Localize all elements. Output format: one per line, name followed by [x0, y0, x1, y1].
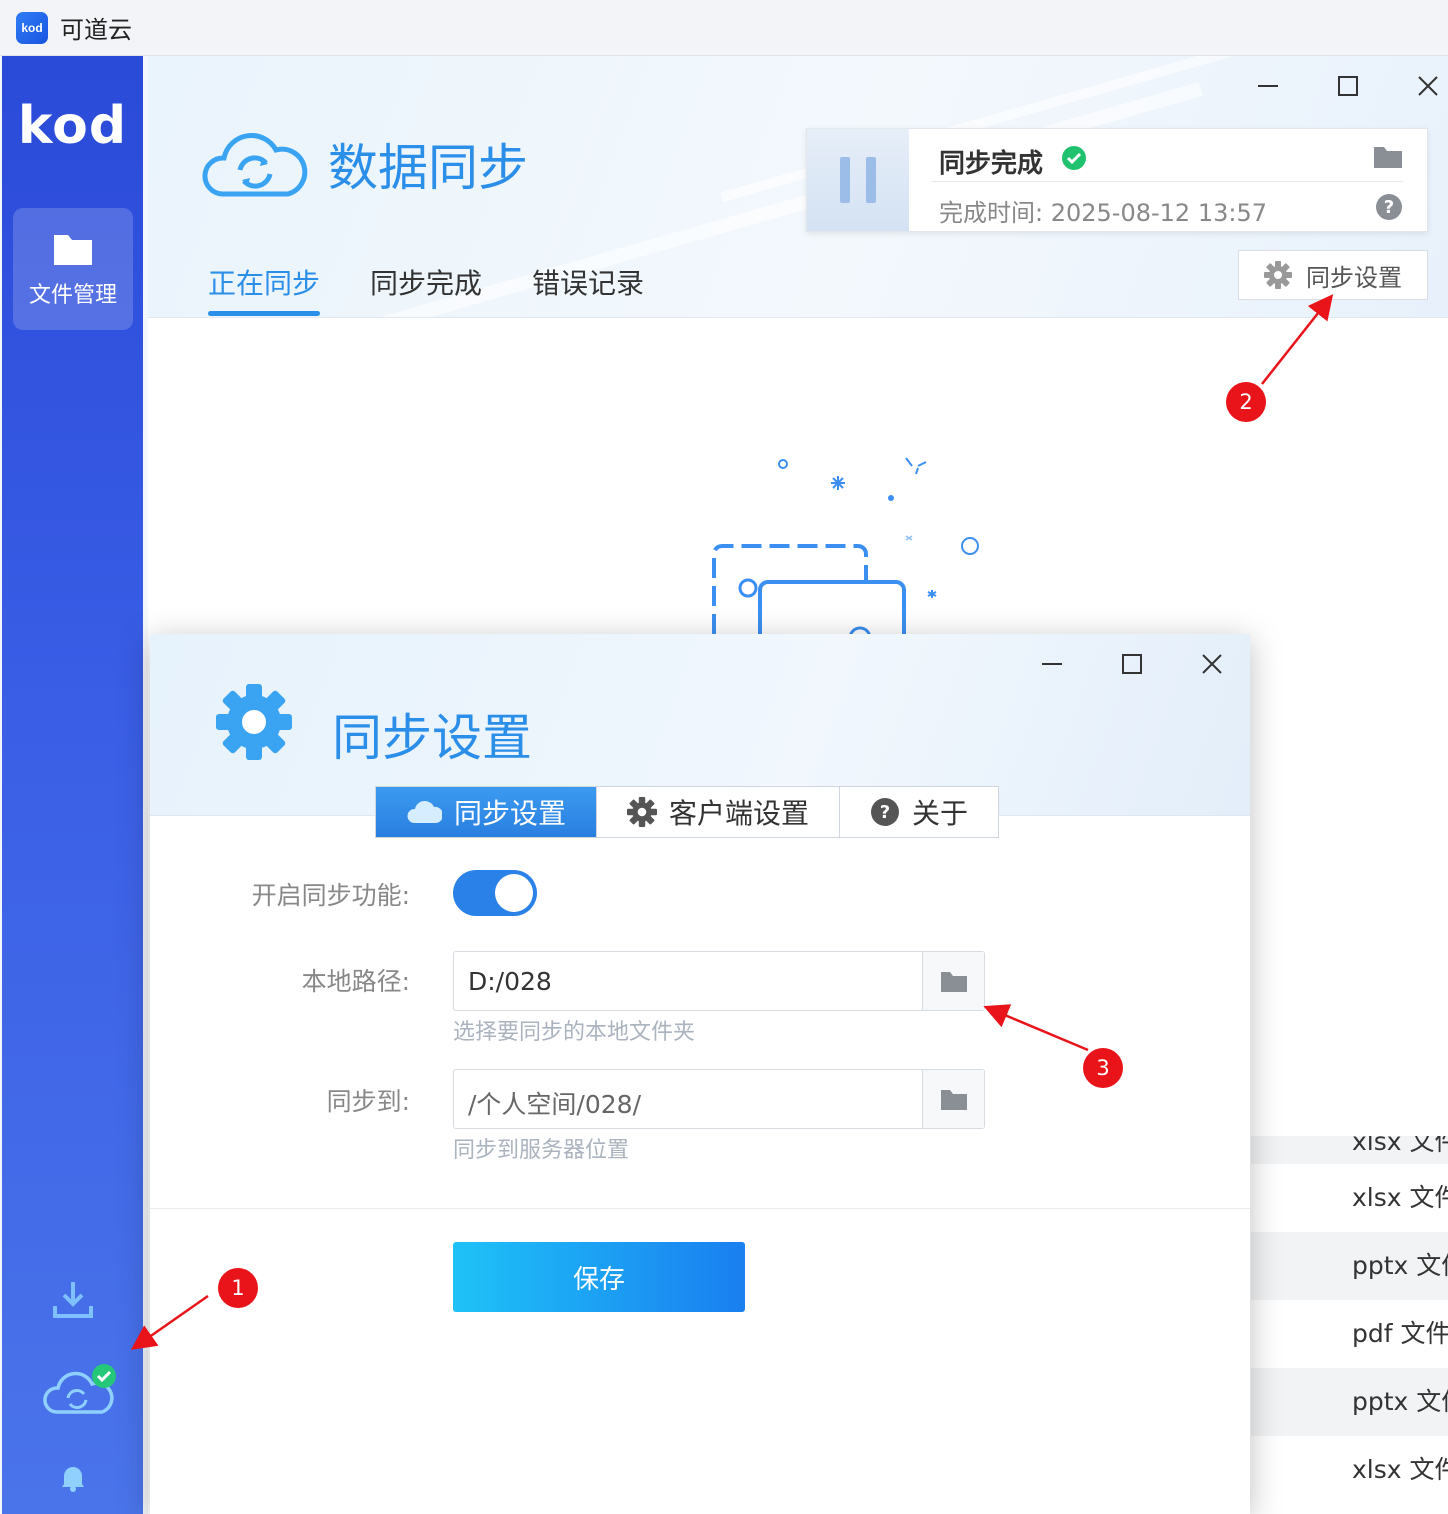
- main-header: 数据同步 同步完成 完成时间: 2025-08-12 13:57 ? 同步设置 …: [148, 56, 1448, 318]
- svg-text:?: ?: [880, 802, 890, 823]
- tab-client-settings[interactable]: 客户端设置: [597, 787, 841, 837]
- sidebar: kod 文件管理: [2, 56, 143, 1514]
- gear-icon: [216, 684, 292, 760]
- sync-status-card: 同步完成 完成时间: 2025-08-12 13:57 ?: [806, 128, 1428, 232]
- enable-sync-toggle[interactable]: [453, 870, 537, 916]
- page-title: 数据同步: [328, 139, 528, 197]
- window-controls: [1228, 58, 1448, 114]
- svg-text:?: ?: [1384, 197, 1394, 218]
- file-list: xlsx 文件 xlsx 文件 pptx 文件 pdf 文件 pptx 文件 x…: [1251, 1136, 1448, 1504]
- tab-about[interactable]: ? 关于: [840, 787, 998, 837]
- brand-logo: kod: [17, 96, 128, 156]
- list-item[interactable]: xlsx 文件: [1251, 1164, 1448, 1232]
- dialog-window-controls: [1012, 636, 1250, 692]
- tab-label: 客户端设置: [669, 797, 810, 830]
- save-button[interactable]: 保存: [453, 1242, 745, 1312]
- tab-syncing[interactable]: 正在同步: [208, 262, 321, 316]
- tab-label: 同步设置: [454, 797, 567, 830]
- download-icon[interactable]: [52, 1280, 94, 1320]
- sync-settings-button[interactable]: 同步设置: [1238, 250, 1428, 300]
- list-item[interactable]: xlsx 文件: [1251, 1136, 1448, 1164]
- app-title: 可道云: [60, 16, 132, 44]
- sync-cloud-icon: [202, 132, 308, 197]
- sync-to-label: 同步到:: [326, 1087, 410, 1116]
- help-icon: ?: [871, 798, 900, 826]
- local-path-label: 本地路径:: [301, 967, 410, 996]
- gear-icon: [1264, 261, 1292, 289]
- folder-icon: [54, 235, 92, 265]
- local-path-field[interactable]: D:/028: [453, 951, 985, 1011]
- annotation-badge: 3: [1083, 1048, 1123, 1088]
- check-circle-icon: [1062, 146, 1086, 170]
- sync-to-field[interactable]: /个人空间/028/: [453, 1069, 985, 1129]
- folder-icon[interactable]: [1373, 143, 1403, 169]
- list-item[interactable]: pptx 文件: [1251, 1232, 1448, 1300]
- annotation-badge: 1: [218, 1268, 258, 1308]
- sidebar-item-file-manager[interactable]: 文件管理: [13, 208, 133, 330]
- pause-button[interactable]: [807, 129, 909, 231]
- browse-server-button[interactable]: [922, 1070, 984, 1128]
- bell-icon[interactable]: [60, 1464, 86, 1492]
- folder-icon: [940, 972, 967, 992]
- sync-settings-label: 同步设置: [1306, 263, 1402, 292]
- tab-label: 关于: [912, 797, 969, 830]
- tab-sync-complete[interactable]: 同步完成: [370, 262, 482, 316]
- enable-sync-label: 开启同步功能:: [251, 881, 410, 910]
- local-path-value: D:/028: [468, 967, 552, 996]
- gear-icon: [627, 797, 658, 827]
- close-button[interactable]: [1172, 636, 1250, 692]
- app-titlebar: kod 可道云: [0, 0, 1448, 56]
- minimize-button[interactable]: [1228, 58, 1308, 114]
- maximize-button[interactable]: [1308, 58, 1388, 114]
- tab-error-log[interactable]: 错误记录: [532, 262, 644, 316]
- list-item[interactable]: xlsx 文件: [1251, 1436, 1448, 1504]
- app-logo-icon: kod: [16, 11, 48, 44]
- minimize-button[interactable]: [1012, 636, 1092, 692]
- list-item[interactable]: pdf 文件: [1251, 1300, 1448, 1368]
- sidebar-item-label: 文件管理: [28, 283, 117, 308]
- cloud-icon: [407, 800, 442, 823]
- sync-to-value: /个人空间/028/: [468, 1090, 641, 1119]
- dialog-tabs: 同步设置 客户端设置 ? 关于: [375, 786, 1000, 838]
- close-button[interactable]: [1388, 58, 1448, 114]
- sync-cloud-icon[interactable]: [40, 1362, 120, 1422]
- sync-to-hint: 同步到服务器位置: [453, 1138, 630, 1163]
- local-path-hint: 选择要同步的本地文件夹: [453, 1020, 696, 1045]
- maximize-button[interactable]: [1092, 636, 1172, 692]
- status-title: 同步完成: [939, 149, 1044, 179]
- tab-sync-settings[interactable]: 同步设置: [376, 787, 598, 837]
- status-time: 完成时间: 2025-08-12 13:57: [939, 199, 1267, 227]
- folder-icon: [940, 1090, 967, 1110]
- annotation-badge: 2: [1226, 382, 1266, 422]
- help-icon[interactable]: ?: [1375, 193, 1403, 221]
- browse-local-button[interactable]: [922, 952, 984, 1010]
- main-tabs: 正在同步 同步完成 错误记录: [208, 262, 694, 316]
- list-item[interactable]: pptx 文件: [1251, 1368, 1448, 1436]
- dialog-title: 同步设置: [332, 709, 532, 767]
